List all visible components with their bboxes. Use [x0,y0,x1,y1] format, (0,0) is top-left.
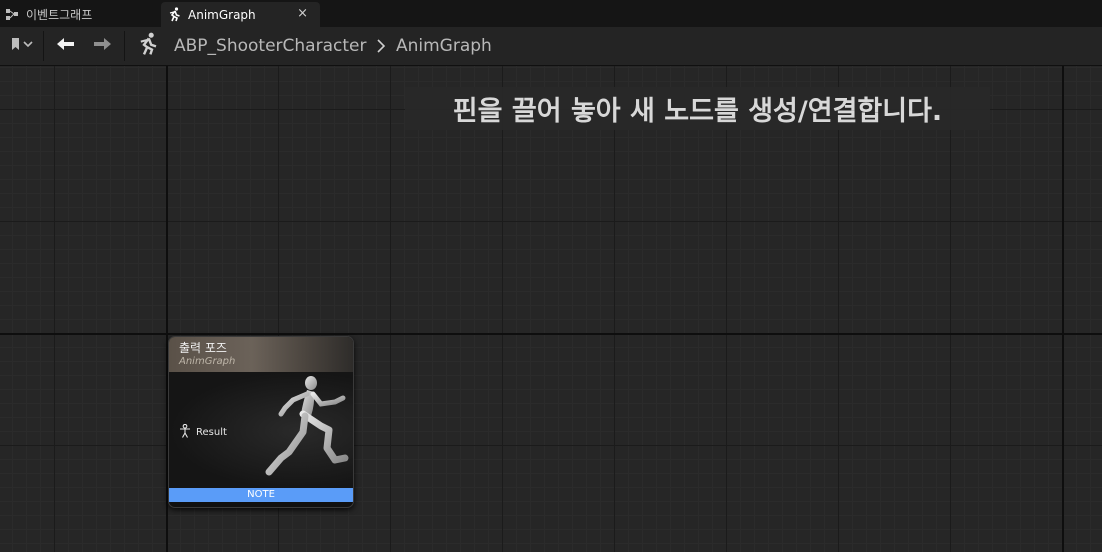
breadcrumb-graph[interactable]: AnimGraph [396,27,492,65]
close-icon[interactable]: × [297,6,308,21]
bookmark-icon [9,36,35,56]
bookmark-dropdown-button[interactable] [3,27,41,65]
result-pin[interactable]: Result [179,423,227,441]
pin-label: Result [196,427,227,438]
document-tab-bar: 이벤트그래프 AnimGraph × [0,0,1102,27]
arrow-left-icon [54,36,76,56]
graph-type-icon-button [133,27,163,65]
tab-event-graph[interactable]: 이벤트그래프 [0,2,158,27]
toolbar-separator [124,31,125,61]
pose-pin-icon [179,423,196,441]
graph-canvas[interactable] [0,66,1102,552]
mannequin-running-icon [259,374,351,488]
back-button[interactable] [50,27,80,65]
running-man-icon [167,7,182,22]
chevron-right-icon [375,27,387,65]
node-header[interactable]: 출력 포즈 AnimGraph [169,337,353,372]
breadcrumb-asset[interactable]: ABP_ShooterCharacter [174,27,366,65]
node-footer-note: NOTE [169,488,353,502]
tab-label: AnimGraph [188,7,256,22]
forward-button[interactable] [88,27,118,65]
node-title: 출력 포즈 [179,341,227,355]
toolbar-separator [43,31,44,61]
output-pose-node[interactable]: 출력 포즈 AnimGraph Result NOTE [168,336,354,508]
graph-toolbar: ABP_ShooterCharacter AnimGraph [0,27,1102,66]
graph-hint-text: 핀을 끌어 놓아 새 노드를 생성/연결합니다. [405,87,990,130]
node-subtitle: AnimGraph [179,356,236,367]
node-body: Result [169,372,353,490]
arrow-right-icon [92,36,114,56]
event-graph-icon [5,7,20,22]
tab-label: 이벤트그래프 [26,8,93,22]
running-man-icon [136,32,160,60]
tab-anim-graph[interactable]: AnimGraph × [161,2,320,27]
